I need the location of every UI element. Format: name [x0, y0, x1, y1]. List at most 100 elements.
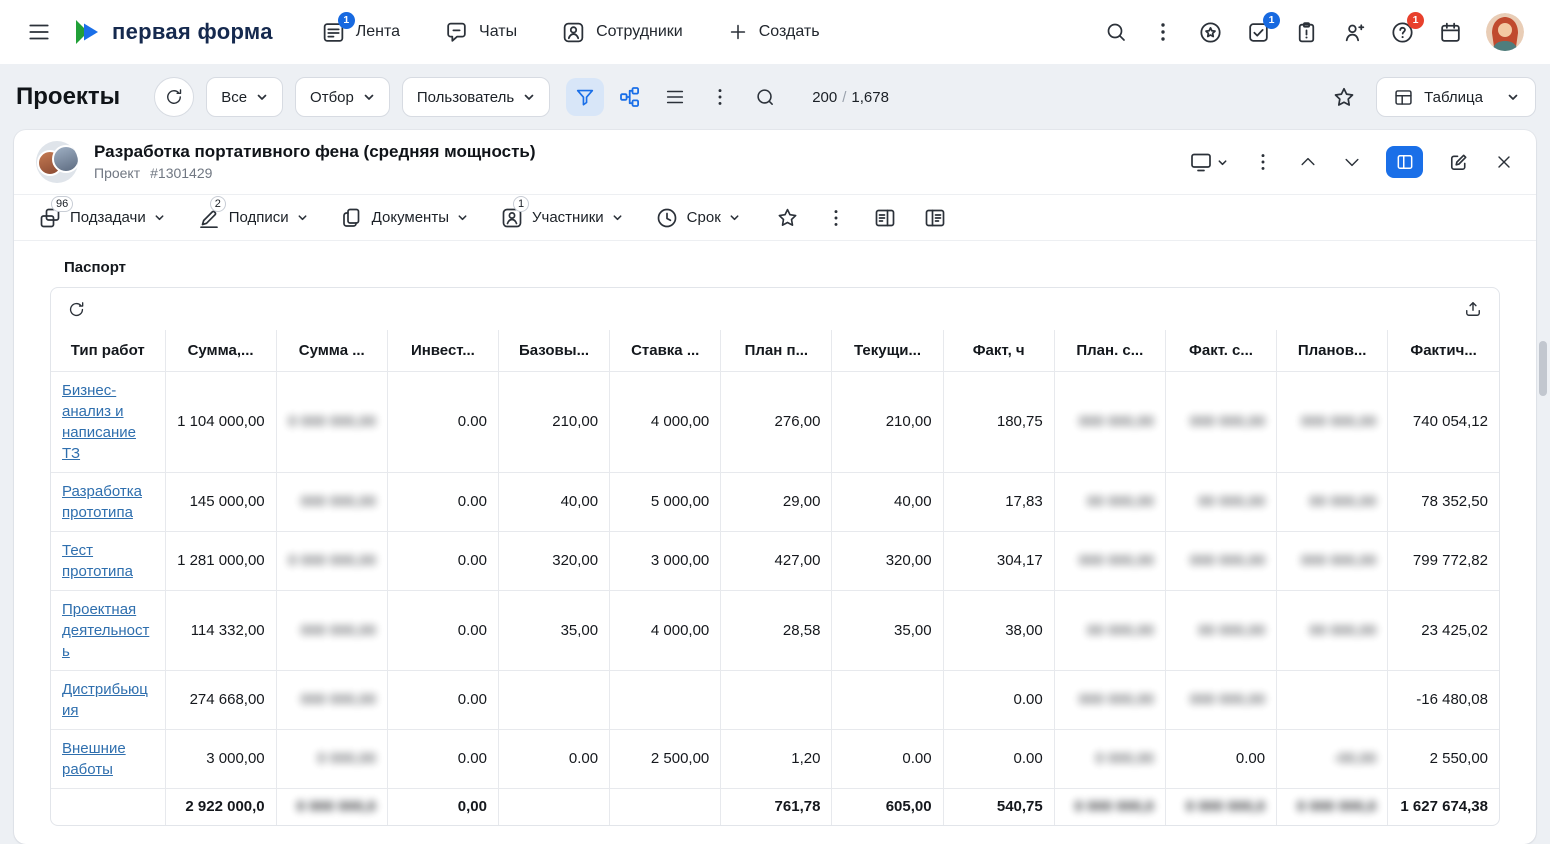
nav-item-chats[interactable]: Чаты — [444, 20, 517, 45]
work-type-link[interactable]: Разработка прототипа — [62, 483, 142, 521]
close-button[interactable] — [1494, 152, 1514, 172]
value-cell: 180,75 — [943, 371, 1054, 472]
column-header-12[interactable]: Фактич... — [1388, 330, 1499, 371]
nav-item-feed[interactable]: 1 Лента — [321, 20, 400, 45]
column-header-3[interactable]: Инвест... — [387, 330, 498, 371]
hierarchy-view-button[interactable] — [611, 78, 649, 116]
toolbar-search-button[interactable] — [746, 78, 784, 116]
tab-documents[interactable]: Документы — [340, 206, 468, 230]
edit-button[interactable] — [1447, 151, 1470, 174]
user-avatar[interactable] — [1486, 13, 1524, 51]
work-type-link[interactable]: Внешние работы — [62, 740, 126, 778]
nav-label-feed: Лента — [356, 23, 400, 41]
task-tabs: 96 Подзадачи 2 Подписи Документы 1 — [14, 194, 1536, 241]
favorites-icon[interactable] — [1198, 20, 1223, 45]
value-cell: 1 627 674,38 — [1388, 788, 1499, 825]
edit-icon — [1447, 151, 1470, 174]
work-type-link[interactable]: Тест прототипа — [62, 542, 133, 580]
column-header-4[interactable]: Базовы... — [498, 330, 609, 371]
column-header-0[interactable]: Тип работ — [51, 330, 165, 371]
tasks-icon[interactable]: 1 — [1246, 20, 1271, 45]
add-user-icon[interactable] — [1342, 20, 1367, 45]
panel-export-button[interactable] — [1463, 299, 1483, 319]
value-cell: 000 000,00 — [276, 472, 387, 531]
column-header-2[interactable]: Сумма ... — [276, 330, 387, 371]
doc-view-button[interactable] — [873, 206, 897, 230]
tab-deadline[interactable]: Срок — [655, 206, 740, 230]
filter-selection-dropdown[interactable]: Отбор — [295, 77, 390, 117]
chevron-down-icon — [523, 91, 535, 103]
chevron-down-icon — [154, 212, 165, 223]
value-cell: 2 500,00 — [610, 729, 721, 788]
filter-selection-label: Отбор — [310, 89, 354, 106]
column-header-6[interactable]: План п... — [721, 330, 832, 371]
filter-all-dropdown[interactable]: Все — [206, 77, 283, 117]
value-cell: 0.00 — [387, 670, 498, 729]
column-header-10[interactable]: Факт. с... — [1165, 330, 1276, 371]
value-cell: 29,00 — [721, 472, 832, 531]
tab-label-signatures: Подписи — [229, 209, 289, 226]
column-header-1[interactable]: Сумма,... — [165, 330, 276, 371]
prev-record-button[interactable] — [1298, 152, 1318, 172]
app-logo[interactable]: первая форма — [72, 17, 273, 47]
column-header-11[interactable]: Планов... — [1277, 330, 1388, 371]
hamburger-menu-icon[interactable] — [26, 19, 52, 45]
tab-label-participants: Участники — [532, 209, 604, 226]
favorite-view-button[interactable] — [1332, 85, 1356, 109]
next-record-button[interactable] — [1342, 152, 1362, 172]
value-cell: 0.00 — [1165, 729, 1276, 788]
favorite-task-button[interactable] — [776, 206, 799, 229]
column-header-8[interactable]: Факт, ч — [943, 330, 1054, 371]
calendar-icon[interactable] — [1438, 20, 1463, 45]
tab-subtasks[interactable]: 96 Подзадачи — [38, 206, 165, 230]
documents-icon — [340, 206, 364, 230]
more-icon[interactable] — [1151, 20, 1175, 44]
tab-participants[interactable]: 1 Участники — [500, 206, 623, 230]
doc-view-alt-button[interactable] — [923, 206, 947, 230]
filter-funnel-button[interactable] — [566, 78, 604, 116]
tab-signatures[interactable]: 2 Подписи — [197, 206, 308, 230]
work-type-link[interactable]: Проектная деятельность — [62, 601, 149, 660]
signatures-icon: 2 — [197, 206, 221, 230]
table-view-icon — [1393, 87, 1414, 108]
value-cell: 000 000,00 — [1277, 531, 1388, 590]
toolbar-more-button[interactable] — [701, 78, 739, 116]
participants-avatars[interactable] — [36, 141, 78, 183]
participants-badge: 1 — [513, 196, 529, 212]
vertical-scrollbar-thumb[interactable] — [1539, 341, 1547, 396]
column-header-9[interactable]: План. с... — [1054, 330, 1165, 371]
value-cell: 274 668,00 — [165, 670, 276, 729]
table-row: Дистрибьюция274 668,00000 000,000.000.00… — [51, 670, 1499, 729]
value-cell: 0.00 — [943, 670, 1054, 729]
value-cell: 0 000 000,0 — [1277, 788, 1388, 825]
nav-item-create[interactable]: Создать — [727, 21, 820, 43]
work-type-link[interactable]: Бизнес-анализ и написание ТЗ — [62, 382, 136, 462]
chevron-down-icon — [363, 91, 375, 103]
column-header-5[interactable]: Ставка ... — [610, 330, 721, 371]
clipboard-icon[interactable] — [1294, 20, 1319, 45]
main-nav: 1 Лента Чаты Сотрудники Создать — [321, 20, 820, 45]
chevron-down-icon — [1342, 152, 1362, 172]
panel-refresh-button[interactable] — [67, 300, 86, 319]
tabs-more-button[interactable] — [825, 207, 847, 229]
value-cell: 210,00 — [498, 371, 609, 472]
work-type-link[interactable]: Дистрибьюция — [62, 681, 148, 719]
refresh-button[interactable] — [154, 77, 194, 117]
view-switcher-label: Таблица — [1424, 89, 1483, 106]
filter-user-dropdown[interactable]: Пользователь — [402, 77, 550, 117]
search-icon[interactable] — [1104, 20, 1128, 44]
view-switcher[interactable]: Таблица — [1376, 77, 1536, 117]
column-header-7[interactable]: Текущи... — [832, 330, 943, 371]
screen-share-button[interactable] — [1189, 150, 1228, 174]
help-icon[interactable]: 1 — [1390, 20, 1415, 45]
tab-label-deadline: Срок — [687, 209, 721, 226]
signatures-badge: 2 — [210, 196, 226, 212]
value-cell: 78 352,50 — [1388, 472, 1499, 531]
work-type-cell: Проектная деятельность — [51, 590, 165, 670]
list-view-button[interactable] — [656, 78, 694, 116]
side-panel-toggle-button[interactable] — [1386, 146, 1423, 178]
card-more-button[interactable] — [1252, 151, 1274, 173]
chevron-down-icon — [1217, 157, 1228, 168]
counter-current: 200 — [812, 89, 837, 106]
nav-item-employees[interactable]: Сотрудники — [561, 20, 683, 45]
